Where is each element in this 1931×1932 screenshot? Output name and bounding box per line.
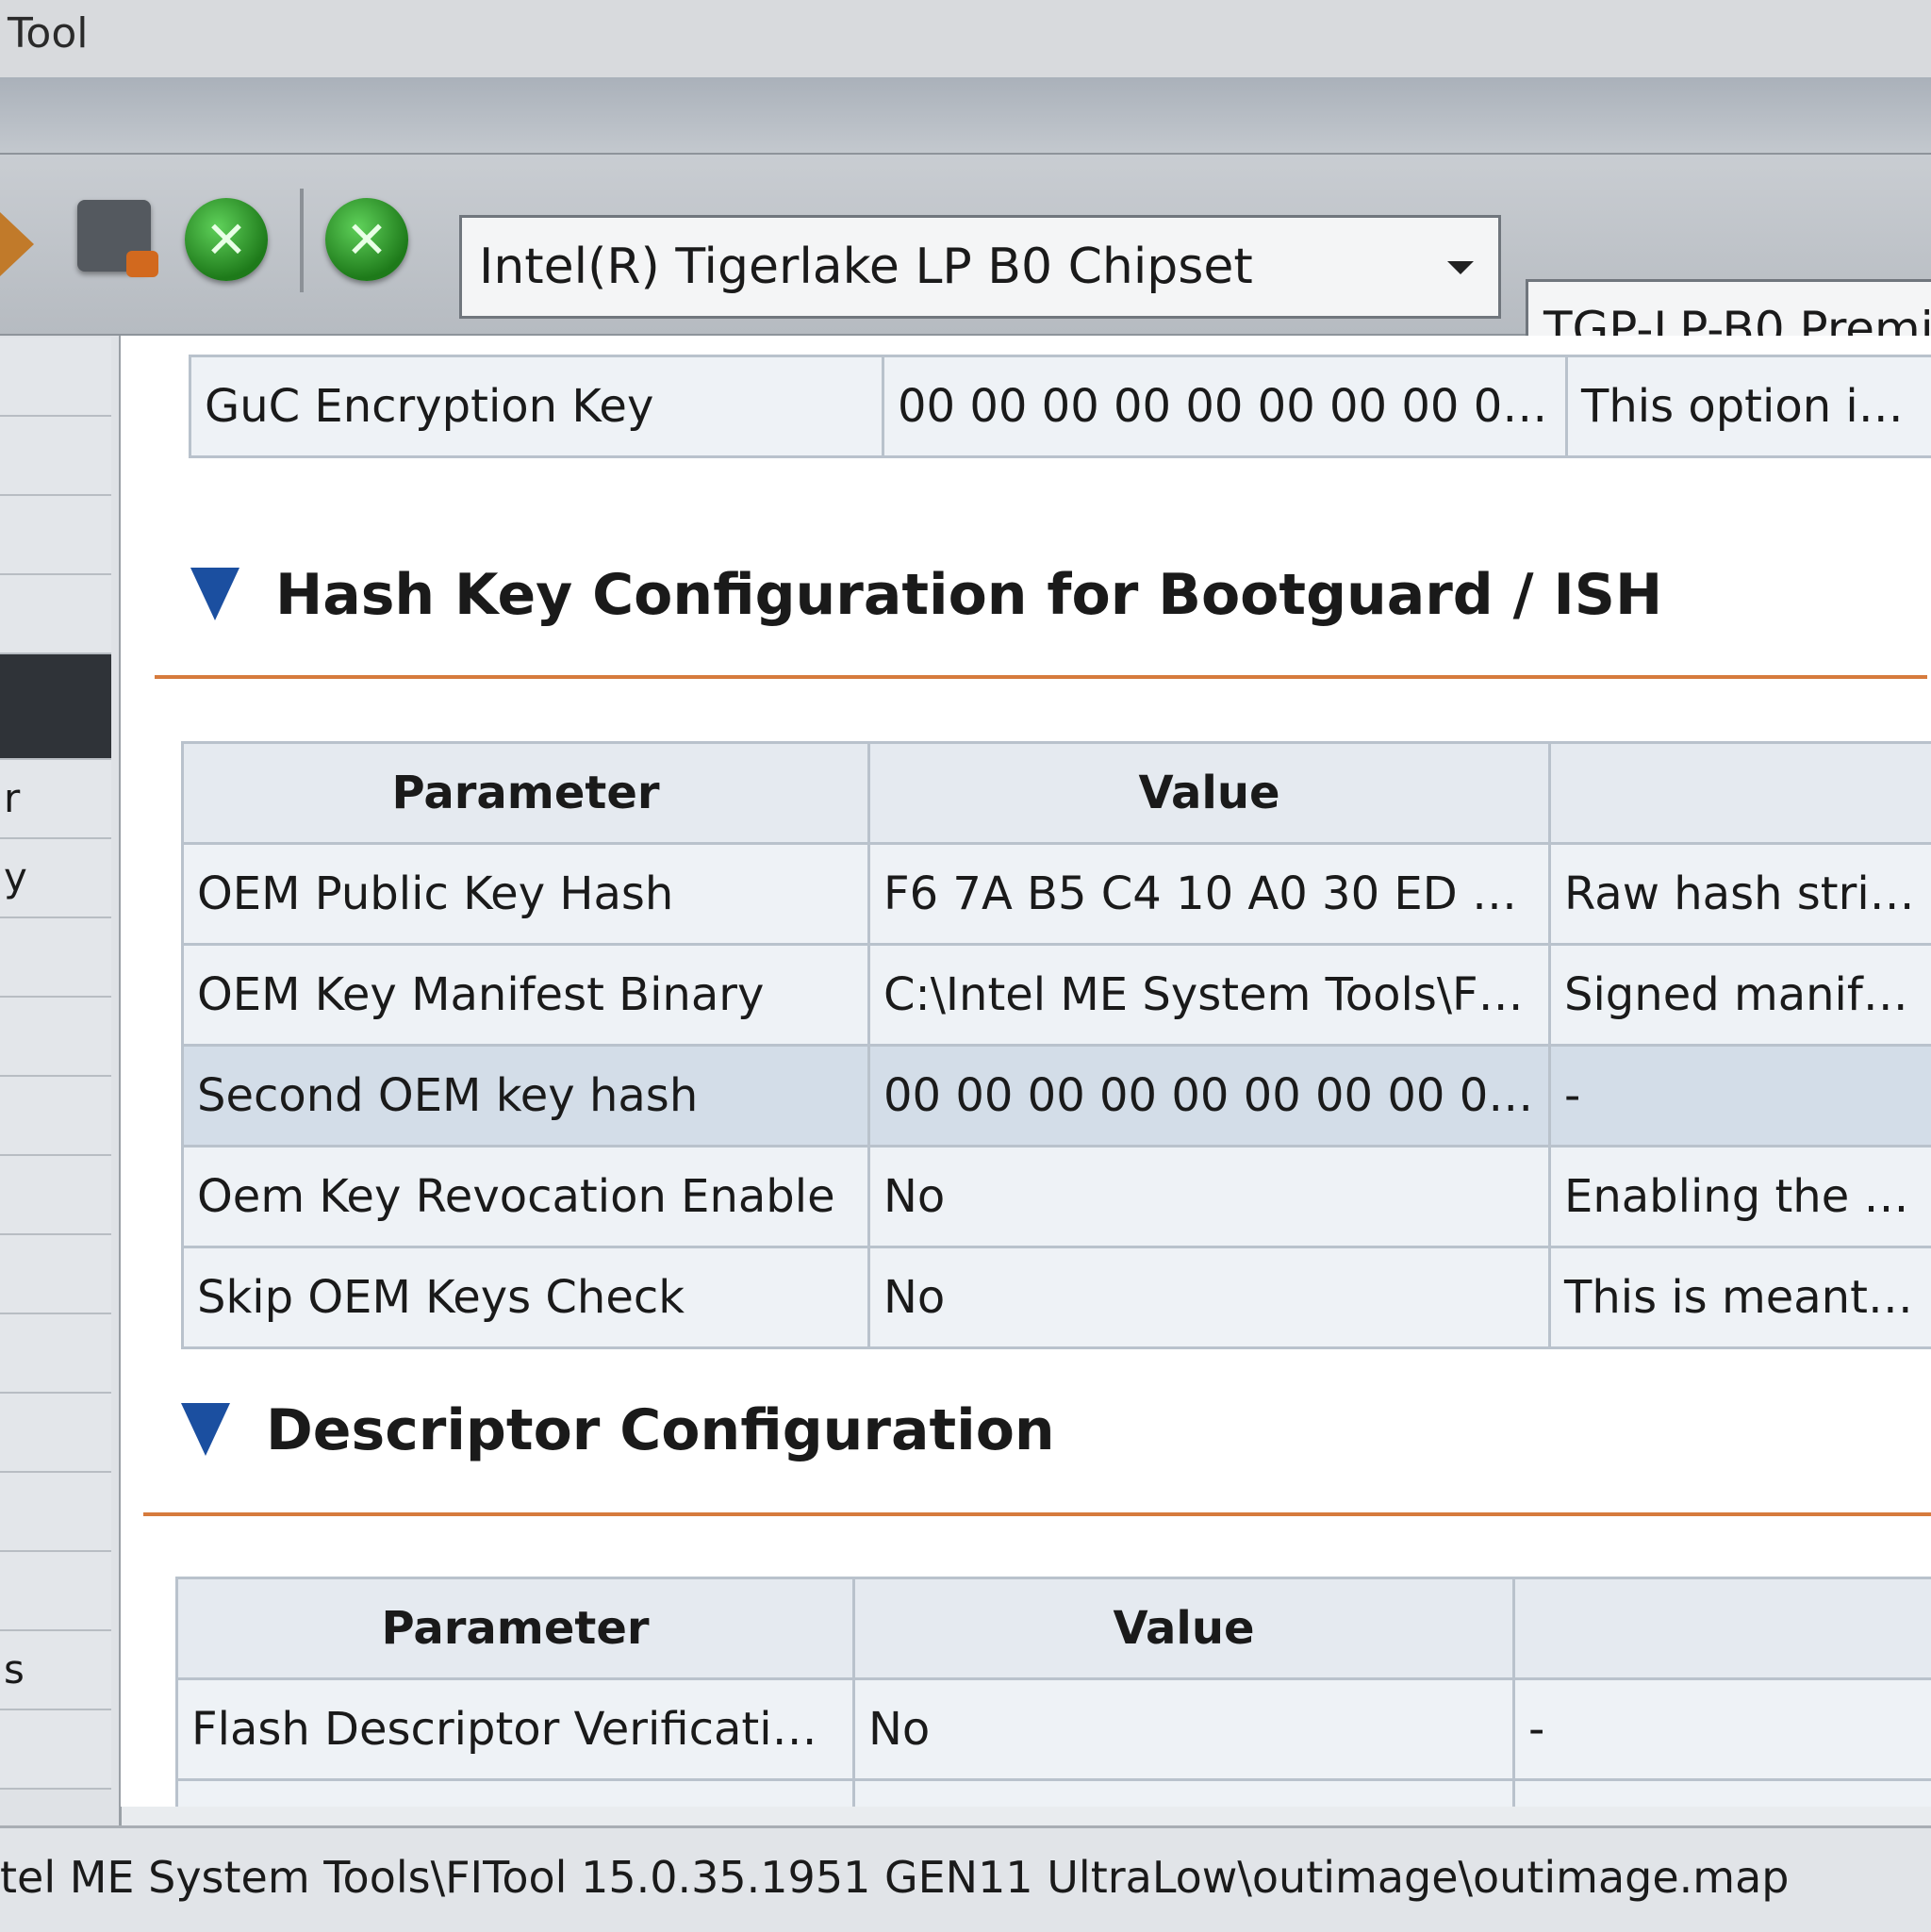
table-row-selected[interactable]: Second OEM key hash 00 00 00 00 00 00 00…	[183, 1046, 1931, 1147]
value-cell[interactable]: 00 00 00 00 00 00 00 00 00 00...	[883, 356, 1567, 457]
section-divider	[155, 675, 1927, 679]
sidebar-item-selected[interactable]	[0, 654, 111, 760]
help-cell: This option is for en	[1567, 356, 1931, 457]
column-header-parameter: Parameter	[183, 743, 869, 844]
sidebar-item[interactable]	[0, 338, 111, 417]
sidebar-item[interactable]	[0, 998, 111, 1077]
sidebar-item-label: y	[4, 854, 27, 900]
collapse-triangle-icon[interactable]	[190, 568, 239, 620]
parameter-cell: Oem Key Revocation Enable	[183, 1147, 869, 1247]
sidebar-item[interactable]	[0, 1156, 111, 1235]
value-cell[interactable]: No	[854, 1679, 1514, 1780]
table-row[interactable]: exclude master access in the ... Yes inc…	[177, 1780, 1931, 1808]
table-row[interactable]: Flash Descriptor Verification E... No -	[177, 1679, 1931, 1780]
collapse-triangle-icon[interactable]	[181, 1403, 230, 1456]
column-header-value: Value	[869, 743, 1550, 844]
column-header-help	[1550, 743, 1931, 844]
parameter-cell: Flash Descriptor Verification E...	[177, 1679, 854, 1780]
sidebar-item[interactable]	[0, 1235, 111, 1314]
chipset-dropdown-value: Intel(R) Tigerlake LP B0 Chipset	[479, 239, 1253, 295]
help-cell: This is meant for debug	[1550, 1247, 1931, 1348]
status-bar: tel ME System Tools\FITool 15.0.35.1951 …	[0, 1825, 1931, 1932]
title-bar: Tool	[0, 0, 1931, 79]
section-header-hash[interactable]: Hash Key Configuration for Bootguard / I…	[190, 562, 1662, 628]
open-arrow-icon[interactable]	[0, 212, 34, 276]
parameter-cell: Second OEM key hash	[183, 1046, 869, 1147]
table-row[interactable]: GuC Encryption Key 00 00 00 00 00 00 00 …	[190, 356, 1931, 457]
sidebar-item-label: s	[4, 1646, 25, 1693]
help-cell: Signed manifest file c	[1550, 945, 1931, 1046]
table-row[interactable]: OEM Public Key Hash F6 7A B5 C4 10 A0 30…	[183, 844, 1931, 945]
section-header-descriptor[interactable]: Descriptor Configuration	[181, 1397, 1055, 1463]
build-all-tool-icon[interactable]: ✕	[325, 198, 408, 281]
value-cell[interactable]: No	[869, 1247, 1550, 1348]
menu-bar	[0, 77, 1931, 155]
parameter-cell: GuC Encryption Key	[190, 356, 883, 457]
sidebar-item-label: r	[4, 775, 20, 821]
parameter-cell: Skip OEM Keys Check	[183, 1247, 869, 1348]
build-tool-icon[interactable]: ✕	[185, 198, 268, 281]
sidebar-item[interactable]	[0, 1314, 111, 1394]
value-cell[interactable]: C:\Intel ME System Tools\FITo...	[869, 945, 1550, 1046]
help-cell: -	[1514, 1679, 1931, 1780]
main-content: GuC Encryption Key 00 00 00 00 00 00 00 …	[121, 336, 1931, 1807]
toolbar-separator	[300, 189, 304, 292]
window-title: Tool	[8, 9, 88, 58]
save-disk-icon[interactable]	[77, 200, 151, 272]
value-cell[interactable]: No	[869, 1147, 1550, 1247]
chevron-down-icon[interactable]	[1447, 261, 1474, 274]
parameter-cell: OEM Key Manifest Binary	[183, 945, 869, 1046]
column-header-value: Value	[854, 1578, 1514, 1679]
column-header-parameter: Parameter	[177, 1578, 854, 1679]
column-header-help	[1514, 1578, 1931, 1679]
sidebar-item[interactable]	[0, 1077, 111, 1156]
status-path: tel ME System Tools\FITool 15.0.35.1951 …	[0, 1852, 1789, 1903]
help-cell: include/exclude master a	[1514, 1780, 1931, 1808]
sidebar-item[interactable]	[0, 1552, 111, 1631]
sidebar-item[interactable]	[0, 918, 111, 998]
value-cell[interactable]: F6 7A B5 C4 10 A0 30 ED 9E ...	[869, 844, 1550, 945]
parameter-cell: OEM Public Key Hash	[183, 844, 869, 945]
value-cell[interactable]: 00 00 00 00 00 00 00 00 00 00...	[869, 1046, 1550, 1147]
table-header-row: Parameter Value	[177, 1578, 1931, 1679]
table-row[interactable]: Skip OEM Keys Check No This is meant for…	[183, 1247, 1931, 1348]
table-header-row: Parameter Value	[183, 743, 1931, 844]
section-title: Descriptor Configuration	[266, 1397, 1055, 1463]
parameter-cell: exclude master access in the ...	[177, 1780, 854, 1808]
section-title: Hash Key Configuration for Bootguard / I…	[275, 562, 1662, 628]
sidebar-item[interactable]	[0, 575, 111, 654]
help-cell: Enabling the OEM key	[1550, 1147, 1931, 1247]
help-cell: -	[1550, 1046, 1931, 1147]
table-row[interactable]: Oem Key Revocation Enable No Enabling th…	[183, 1147, 1931, 1247]
table-row[interactable]: OEM Key Manifest Binary C:\Intel ME Syst…	[183, 945, 1931, 1046]
sidebar-item[interactable]: r	[0, 760, 111, 839]
sidebar-item[interactable]	[0, 1394, 111, 1473]
descriptor-table: Parameter Value Flash Descriptor Verific…	[175, 1577, 1931, 1807]
chipset-dropdown[interactable]: Intel(R) Tigerlake LP B0 Chipset	[459, 215, 1501, 319]
sidebar-item[interactable]	[0, 417, 111, 496]
section-divider	[143, 1512, 1931, 1516]
help-cell: Raw hash string for t	[1550, 844, 1931, 945]
sidebar-item[interactable]: s	[0, 1631, 111, 1710]
guc-table: GuC Encryption Key 00 00 00 00 00 00 00 …	[189, 355, 1931, 458]
hash-key-table: Parameter Value OEM Public Key Hash F6 7…	[181, 741, 1931, 1349]
value-cell[interactable]: Yes	[854, 1780, 1514, 1808]
sidebar-item[interactable]: y	[0, 839, 111, 918]
sidebar-item[interactable]	[0, 1710, 111, 1790]
sidebar-item[interactable]	[0, 1473, 111, 1552]
sidebar-item[interactable]	[0, 496, 111, 575]
